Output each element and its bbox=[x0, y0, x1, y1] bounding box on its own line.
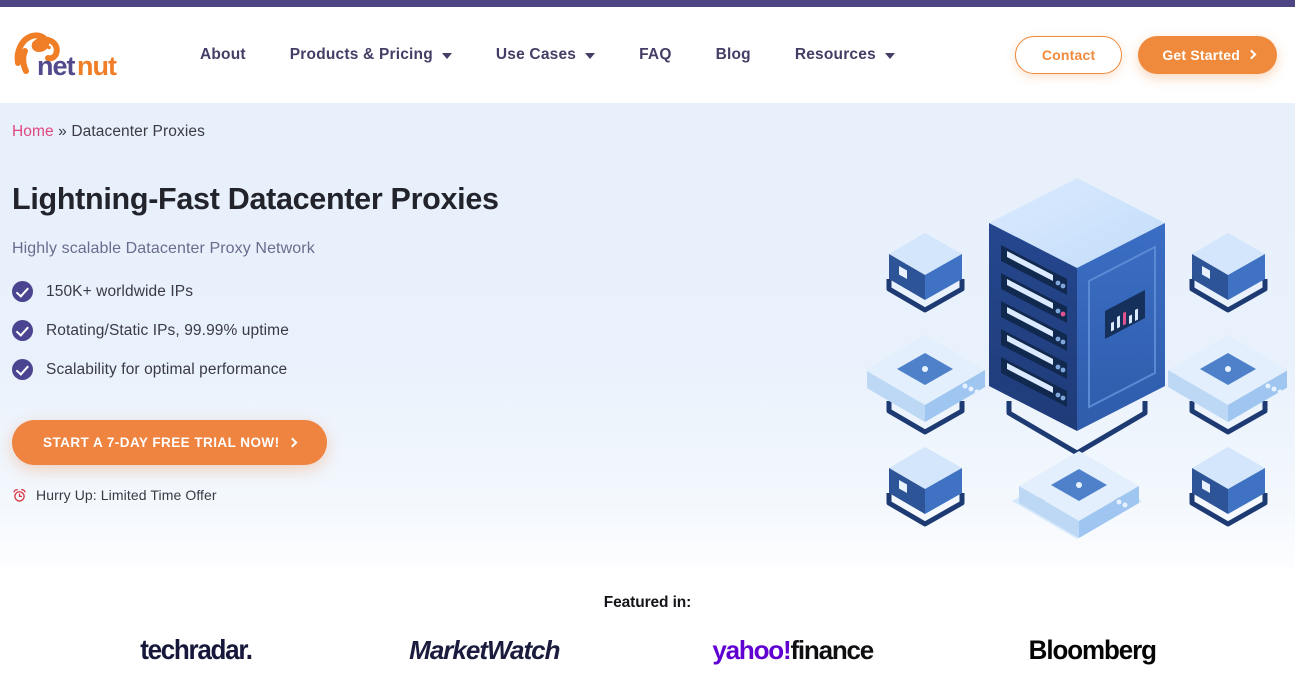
press-logo-techradar[interactable]: techradar. bbox=[136, 629, 256, 671]
nav-item-products-pricing[interactable]: Products & Pricing bbox=[268, 38, 474, 72]
breadcrumb: Home » Datacenter Proxies bbox=[12, 103, 1283, 141]
feature-label: Rotating/Static IPs, 99.99% uptime bbox=[46, 321, 289, 339]
nav-item-label: Use Cases bbox=[495, 46, 577, 63]
marketwatch-wordmark: MarketWatch bbox=[409, 634, 560, 665]
feature-label: 150K+ worldwide IPs bbox=[46, 282, 194, 300]
nav-item-resources[interactable]: Resources bbox=[773, 38, 917, 72]
nav-item-label: Products & Pricing bbox=[289, 46, 433, 63]
featured-in-section: Featured in: techradar. MarketWatch yaho… bbox=[0, 569, 1295, 693]
chevron-down-icon bbox=[585, 53, 596, 59]
chevron-right-icon bbox=[287, 437, 298, 447]
check-circle-icon bbox=[12, 359, 33, 380]
top-accent-bar bbox=[0, 0, 1295, 7]
netnut-logo[interactable]: net nut bbox=[12, 27, 120, 83]
nav-item-label: Blog bbox=[715, 46, 751, 63]
get-started-label: Get Started bbox=[1162, 47, 1240, 63]
press-logo-row: techradar. MarketWatch yahoo! finance Blo… bbox=[0, 612, 1295, 671]
bloomberg-wordmark: Bloomberg bbox=[1028, 634, 1157, 665]
urgency-label: Hurry Up: Limited Time Offer bbox=[36, 487, 217, 503]
svg-text:nut: nut bbox=[77, 51, 117, 81]
press-logo-marketwatch[interactable]: MarketWatch bbox=[409, 629, 560, 671]
alarm-clock-icon bbox=[13, 488, 26, 502]
header-actions: Contact Get Started bbox=[1014, 36, 1277, 74]
get-started-button[interactable]: Get Started bbox=[1138, 36, 1277, 74]
yahoo-finance-wordmark: yahoo! finance bbox=[712, 634, 874, 666]
feature-label: Scalability for optimal performance bbox=[46, 360, 288, 378]
list-item: Rotating/Static IPs, 99.99% uptime bbox=[12, 320, 1283, 341]
nav-item-use-cases[interactable]: Use Cases bbox=[474, 38, 617, 72]
nav-item-about[interactable]: About bbox=[178, 38, 268, 72]
check-circle-icon bbox=[12, 281, 33, 302]
press-logo-bloomberg[interactable]: Bloomberg bbox=[1026, 629, 1159, 671]
hero-subtitle: Highly scalable Datacenter Proxy Network bbox=[12, 240, 315, 257]
nav-item-label: About bbox=[200, 46, 246, 63]
list-item: 150K+ worldwide IPs bbox=[12, 281, 1283, 302]
press-logo-yahoo-finance[interactable]: yahoo! finance bbox=[712, 629, 874, 671]
breadcrumb-home-link[interactable]: Home bbox=[12, 123, 54, 140]
urgency-notice: Hurry Up: Limited Time Offer bbox=[12, 487, 1283, 503]
nav-item-blog[interactable]: Blog bbox=[694, 38, 773, 72]
nav-item-label: Resources bbox=[794, 46, 876, 63]
cta-label: START A 7-DAY FREE TRIAL NOW! bbox=[43, 435, 280, 450]
page-title: Lightning-Fast Datacenter Proxies bbox=[12, 182, 499, 216]
featured-in-title: Featured in: bbox=[603, 594, 692, 611]
check-circle-icon bbox=[12, 320, 33, 341]
breadcrumb-current: Datacenter Proxies bbox=[71, 123, 205, 140]
breadcrumb-separator: » bbox=[58, 123, 67, 140]
chevron-down-icon bbox=[884, 53, 895, 59]
feature-list: 150K+ worldwide IPs Rotating/Static IPs,… bbox=[12, 281, 1283, 380]
start-free-trial-button[interactable]: START A 7-DAY FREE TRIAL NOW! bbox=[12, 420, 327, 465]
yahoo-word: yahoo! bbox=[712, 634, 791, 665]
list-item: Scalability for optimal performance bbox=[12, 359, 1283, 380]
nav-item-faq[interactable]: FAQ bbox=[617, 38, 693, 72]
nav-item-label: FAQ bbox=[639, 46, 672, 63]
finance-word: finance bbox=[790, 634, 874, 665]
chevron-right-icon bbox=[1246, 49, 1257, 60]
contact-button[interactable]: Contact bbox=[1014, 36, 1123, 74]
hero-section: Home » Datacenter Proxies Lightning-Fast… bbox=[0, 103, 1295, 569]
chevron-down-icon bbox=[441, 53, 452, 59]
main-navigation: About Products & Pricing Use Cases FAQ B… bbox=[178, 38, 1015, 72]
svg-text:net: net bbox=[37, 51, 76, 81]
site-header: net nut About Products & Pricing Use Cas… bbox=[0, 7, 1295, 103]
techradar-wordmark: techradar. bbox=[140, 634, 254, 665]
